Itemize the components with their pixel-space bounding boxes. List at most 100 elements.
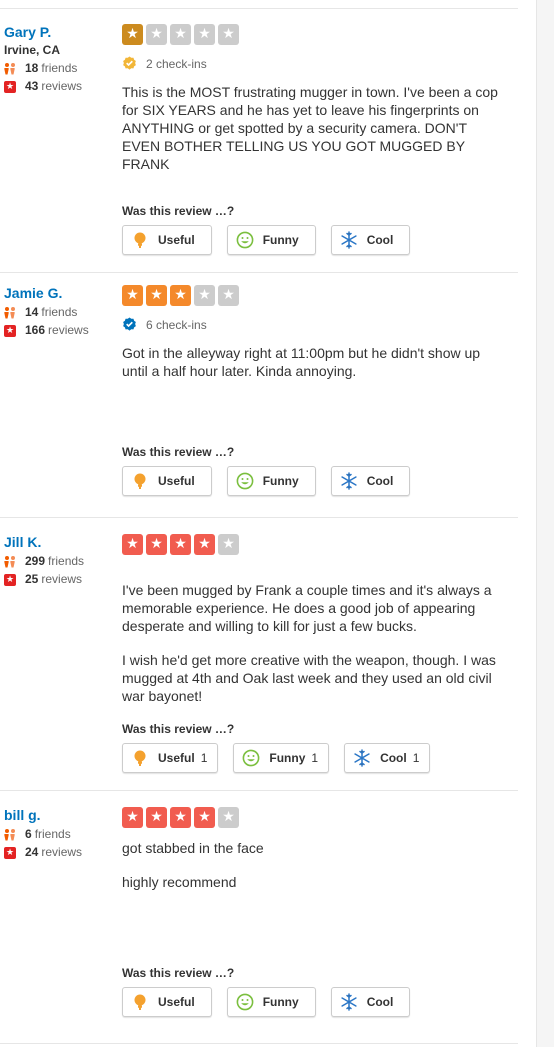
checkin-badge-icon [123, 317, 136, 331]
friends-icon [4, 828, 16, 841]
friends-number: 18 [25, 61, 39, 75]
funny-button[interactable]: Funny [226, 466, 316, 496]
friends-number: 14 [25, 305, 39, 319]
useful-button[interactable]: Useful [122, 466, 212, 496]
cool-button[interactable]: Cool [330, 225, 411, 255]
reviews-label: reviews [41, 572, 83, 586]
friends-count: 299 friends [4, 554, 114, 569]
star-filled-icon: ★ [170, 285, 191, 306]
user-name-link[interactable]: Jill K. [4, 534, 114, 551]
smiley-icon [236, 472, 254, 490]
review-item: Gary P. Irvine, CA 18 friends ★ 43 reviews… [0, 24, 518, 272]
snowflake-icon [341, 231, 357, 249]
useful-button[interactable]: Useful [122, 987, 212, 1017]
star-empty-icon: ★ [218, 24, 239, 45]
star-empty-icon: ★ [218, 285, 239, 306]
funny-button[interactable]: Funny [226, 987, 316, 1017]
star-filled-icon: ★ [122, 24, 143, 45]
user-passport: Jamie G. 14 friends ★ 166 reviews [4, 285, 114, 338]
cool-label: Cool [366, 474, 394, 488]
cool-label: Cool [366, 233, 394, 247]
friends-label: friends [41, 305, 78, 319]
reviews-label: reviews [41, 845, 83, 859]
vote-buttons: Useful Funny Cool [122, 466, 411, 496]
star-filled-icon: ★ [122, 807, 143, 828]
useful-count: 1 [200, 751, 208, 765]
user-name-link[interactable]: bill g. [4, 807, 114, 824]
review-divider [0, 272, 518, 273]
reviews-count: ★ 24 reviews [4, 845, 114, 860]
star-filled-icon: ★ [146, 534, 167, 555]
friends-count: 6 friends [4, 827, 114, 842]
useful-button[interactable]: Useful [122, 225, 212, 255]
cool-label: Cool [380, 751, 407, 765]
user-name-link[interactable]: Gary P. [4, 24, 114, 41]
helpful-prompt: Was this review …? [122, 204, 235, 218]
review-divider [0, 790, 518, 791]
vote-section: Was this review …? Useful Funny Cool [122, 966, 411, 1017]
friends-number: 299 [25, 554, 46, 568]
reviews-star-icon: ★ [4, 80, 16, 93]
friends-icon [4, 62, 16, 75]
star-empty-icon: ★ [194, 285, 215, 306]
useful-label: Useful [158, 233, 195, 247]
review-item: bill g. 6 friends ★ 24 reviews ★ ★ ★ ★ ★ got s… [0, 807, 518, 1043]
lightbulb-icon [134, 473, 146, 489]
friends-icon [4, 555, 16, 568]
star-rating: ★ ★ ★ ★ ★ [122, 534, 506, 556]
star-empty-icon: ★ [218, 807, 239, 828]
funny-button[interactable]: Funny 1 [233, 743, 330, 773]
snowflake-icon [341, 993, 357, 1011]
top-divider [0, 8, 518, 9]
useful-label: Useful [158, 995, 195, 1009]
review-paragraph: I wish he'd get more creative with the w… [122, 652, 496, 704]
funny-label: Funny [262, 474, 299, 488]
vote-buttons: Useful Funny Cool [122, 225, 411, 255]
review-paragraph: highly recommend [122, 874, 237, 890]
useful-button[interactable]: Useful 1 [122, 743, 219, 773]
star-empty-icon: ★ [218, 534, 239, 555]
review-item: Jill K. 299 friends ★ 25 reviews ★ ★ ★ ★ ★ I'v… [0, 534, 518, 790]
star-filled-icon: ★ [194, 807, 215, 828]
review-divider [0, 1043, 518, 1044]
cool-button[interactable]: Cool [330, 466, 411, 496]
star-empty-icon: ★ [194, 24, 215, 45]
review-text: got stabbed in the face highly recommend [122, 839, 506, 891]
smiley-icon [236, 231, 254, 249]
star-empty-icon: ★ [170, 24, 191, 45]
reviews-star-icon: ★ [4, 846, 16, 859]
cool-button[interactable]: Cool 1 [344, 743, 431, 773]
review-divider [0, 517, 518, 518]
review-paragraph: Got in the alleyway right at 11:00pm but… [122, 345, 481, 379]
helpful-prompt: Was this review …? [122, 445, 235, 459]
cool-label: Cool [366, 995, 394, 1009]
star-empty-icon: ★ [146, 24, 167, 45]
vote-section: Was this review …? Useful Funny Cool [122, 445, 411, 496]
cool-count: 1 [412, 751, 420, 765]
star-filled-icon: ★ [122, 285, 143, 306]
reviews-star-icon: ★ [4, 573, 16, 586]
useful-label: Useful [158, 474, 195, 488]
review-text: I've been mugged by Frank a couple times… [122, 581, 506, 705]
helpful-prompt: Was this review …? [122, 966, 235, 980]
checkin-count: 6 check-ins [122, 316, 506, 333]
reviews-star-icon: ★ [4, 324, 16, 337]
funny-button[interactable]: Funny [226, 225, 316, 255]
reviews-number: 166 [25, 323, 46, 337]
star-filled-icon: ★ [194, 534, 215, 555]
user-name-link[interactable]: Jamie G. [4, 285, 114, 302]
star-filled-icon: ★ [122, 534, 143, 555]
vote-section: Was this review …? Useful Funny Cool [122, 204, 411, 255]
smiley-icon [242, 749, 260, 767]
smiley-icon [236, 993, 254, 1011]
reviews-count: ★ 43 reviews [4, 79, 114, 94]
cool-button[interactable]: Cool [330, 987, 411, 1017]
lightbulb-icon [134, 994, 146, 1010]
reviews-count: ★ 166 reviews [4, 323, 114, 338]
funny-label: Funny [262, 233, 299, 247]
review-item: Jamie G. 14 friends ★ 166 reviews ★ ★ ★ ★ ★ 6 … [0, 285, 518, 517]
user-passport: Gary P. Irvine, CA 18 friends ★ 43 reviews [4, 24, 114, 94]
star-filled-icon: ★ [170, 534, 191, 555]
snowflake-icon [354, 749, 370, 767]
helpful-prompt: Was this review …? [122, 722, 235, 736]
